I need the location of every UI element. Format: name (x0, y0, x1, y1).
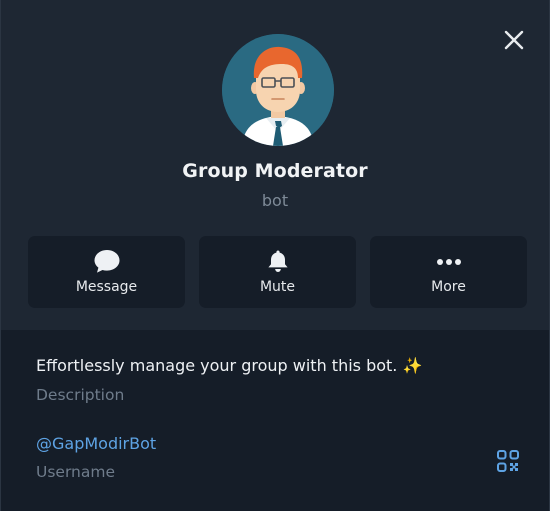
mute-button[interactable]: Mute (199, 236, 356, 308)
profile-header: Group Moderator bot Message Mute More (1, 0, 549, 330)
profile-name: Group Moderator (182, 160, 368, 182)
close-icon (504, 30, 524, 50)
bot-profile-panel: Group Moderator bot Message Mute More Ef… (0, 0, 550, 511)
action-buttons: Message Mute More (28, 236, 527, 308)
description-text: Effortlessly manage your group with this… (36, 356, 422, 375)
message-button[interactable]: Message (28, 236, 185, 308)
more-button-label: More (431, 279, 466, 295)
more-dots-icon (436, 259, 461, 265)
username-link[interactable]: @GapModirBot (36, 434, 156, 453)
profile-type: bot (261, 191, 289, 210)
qr-code-icon (497, 450, 519, 472)
sparkles-emoji: ✨ (402, 356, 423, 375)
more-button[interactable]: More (370, 236, 527, 308)
description-label: Description (36, 386, 125, 404)
chat-bubble-icon (94, 250, 119, 273)
username-label: Username (36, 463, 116, 481)
description-value: Effortlessly manage your group with this… (36, 356, 398, 375)
close-button[interactable] (497, 26, 531, 56)
bell-icon (267, 250, 288, 272)
message-button-label: Message (75, 279, 138, 295)
man-with-glasses-and-tie-avatar-icon (222, 34, 334, 146)
qr-code-button[interactable] (496, 449, 520, 473)
avatar[interactable] (222, 34, 334, 146)
mute-button-label: Mute (259, 279, 296, 295)
